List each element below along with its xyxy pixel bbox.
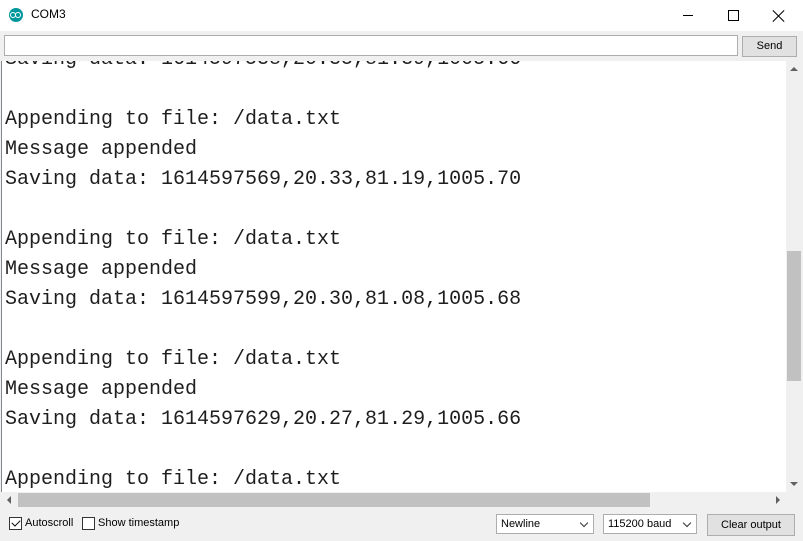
arrow-right-icon bbox=[776, 496, 780, 504]
line-ending-select[interactable]: Newline bbox=[496, 514, 594, 534]
line-ending-value: Newline bbox=[501, 518, 541, 530]
timestamp-checkbox[interactable] bbox=[82, 517, 95, 530]
horizontal-scrollbar[interactable] bbox=[1, 492, 786, 508]
scroll-up-button[interactable] bbox=[786, 61, 802, 77]
serial-input[interactable] bbox=[4, 35, 738, 56]
output-line: Appending to file: /data.txt bbox=[5, 108, 342, 131]
output-line: Saving data: 1614597599,20.30,81.08,1005… bbox=[5, 288, 522, 311]
scroll-down-button[interactable] bbox=[786, 476, 802, 492]
chevron-down-icon bbox=[579, 518, 589, 528]
output-line: Appending to file: /data.txt bbox=[5, 468, 342, 491]
autoscroll-checkbox[interactable] bbox=[9, 517, 22, 530]
minimize-button[interactable] bbox=[665, 0, 711, 31]
scroll-right-button[interactable] bbox=[770, 492, 786, 508]
baud-rate-select[interactable]: 115200 baud bbox=[603, 514, 697, 534]
serial-output[interactable]: Saving data: 1614597538,20.35,81.39,1005… bbox=[1, 61, 787, 492]
baud-rate-value: 115200 baud bbox=[608, 518, 672, 530]
checkmark-icon bbox=[10, 517, 21, 527]
close-button[interactable] bbox=[756, 0, 802, 31]
arrow-left-icon bbox=[7, 496, 11, 504]
output-line: Message appended bbox=[5, 138, 198, 161]
close-icon bbox=[773, 10, 785, 22]
title-bar: COM3 bbox=[0, 0, 803, 32]
horizontal-scroll-thumb[interactable] bbox=[18, 493, 650, 507]
arduino-icon bbox=[9, 8, 23, 22]
scroll-left-button[interactable] bbox=[1, 492, 17, 508]
output-line: Appending to file: /data.txt bbox=[5, 348, 342, 371]
timestamp-label: Show timestamp bbox=[98, 517, 180, 529]
clear-output-button[interactable]: Clear output bbox=[707, 514, 795, 536]
vertical-scrollbar[interactable] bbox=[786, 61, 802, 492]
chevron-down-icon bbox=[682, 518, 692, 528]
autoscroll-label: Autoscroll bbox=[25, 517, 74, 529]
output-line: Message appended bbox=[5, 258, 198, 281]
maximize-button[interactable] bbox=[710, 0, 756, 31]
send-row: Send bbox=[0, 31, 803, 60]
output-line: Appending to file: /data.txt bbox=[5, 228, 342, 251]
send-button[interactable]: Send bbox=[742, 36, 797, 57]
scrollbar-corner bbox=[786, 492, 802, 508]
output-line: Message appended bbox=[5, 378, 198, 401]
minimize-icon bbox=[683, 15, 693, 16]
output-line: Saving data: 1614597569,20.33,81.19,1005… bbox=[5, 168, 522, 191]
arrow-up-icon bbox=[790, 67, 798, 71]
arrow-down-icon bbox=[790, 482, 798, 486]
output-line: Saving data: 1614597538,20.35,81.39,1005… bbox=[5, 61, 521, 75]
status-bar: Autoscroll Show timestamp Newline 115200… bbox=[0, 508, 803, 541]
maximize-icon bbox=[727, 10, 739, 21]
window-title: COM3 bbox=[31, 7, 66, 21]
output-lines: Saving data: 1614597538,20.35,81.39,1005… bbox=[5, 61, 521, 492]
vertical-scroll-thumb[interactable] bbox=[787, 251, 801, 381]
output-line: Saving data: 1614597629,20.27,81.29,1005… bbox=[5, 408, 522, 431]
